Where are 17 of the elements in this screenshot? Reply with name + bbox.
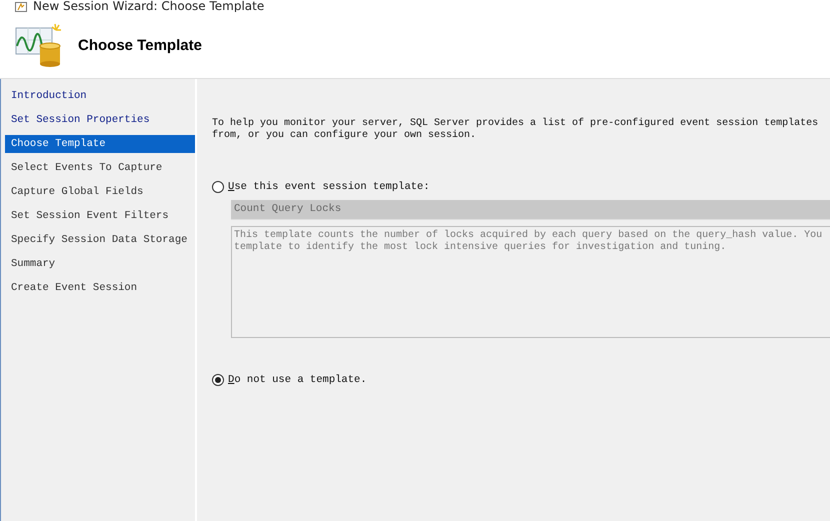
wizard-step[interactable]: Introduction [5,87,195,105]
wizard-step[interactable]: Summary [5,255,195,273]
template-description: This template counts the number of locks acquired by each query based on the query_hash value. You template to identify the most lock intensive queries for investigation and tuning. [231,226,830,338]
wizard-step[interactable]: Set Session Properties [5,111,195,129]
radio-option[interactable]: Do not use a template. [212,374,830,386]
page-title: Choose Template [78,36,202,54]
wizard-step[interactable]: Set Session Event Filters [5,207,195,225]
wizard-step[interactable]: Capture Global Fields [5,183,195,201]
wizard-step[interactable]: Specify Session Data Storage [5,231,195,249]
intro-text: To help you monitor your server, SQL Server provides a list of pre-configured event session templates from, or you can configure your own session. [212,118,820,142]
radio-option[interactable]: Use this event session template: [212,181,830,193]
wizard-step[interactable]: Create Event Session [5,279,195,297]
wizard-step[interactable]: Select Events To Capture [5,159,195,177]
wizard-step[interactable]: Choose Template [5,135,195,153]
chart-database-icon [14,22,64,68]
radio-button[interactable] [212,181,224,193]
radio-button[interactable] [212,374,224,386]
